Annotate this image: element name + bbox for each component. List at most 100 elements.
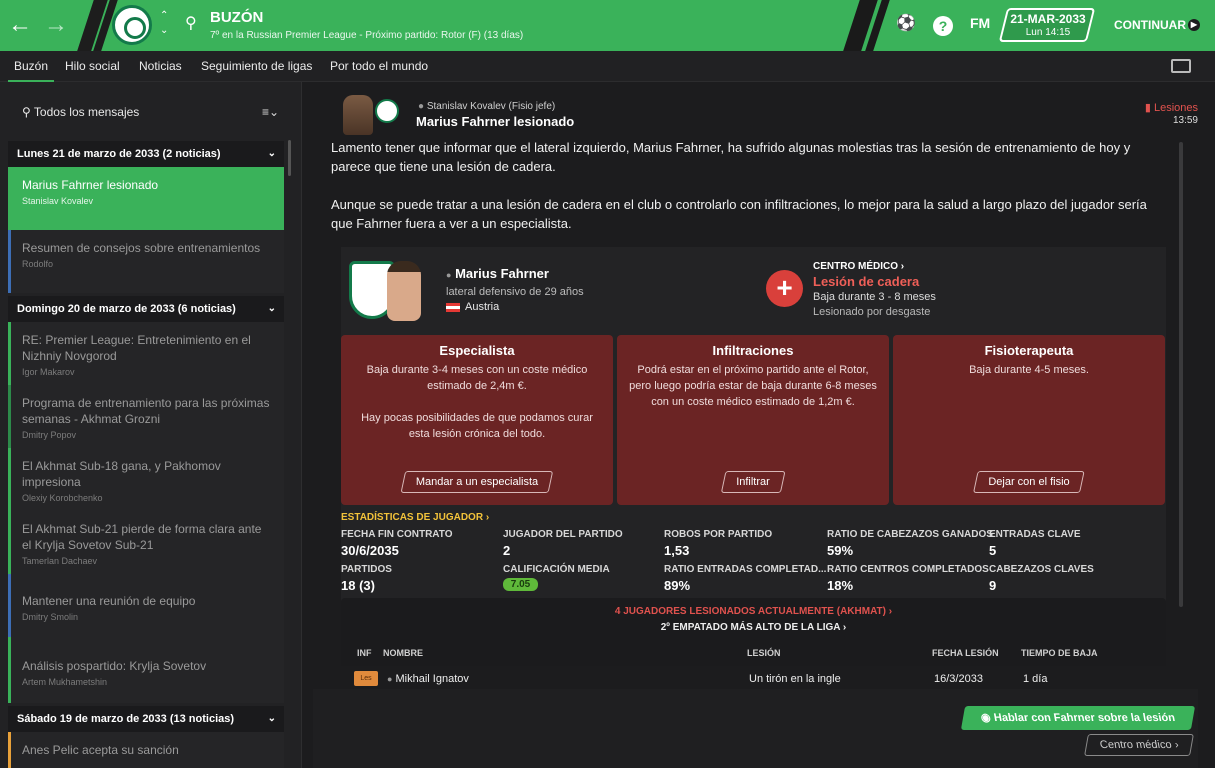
- tab-buzon[interactable]: Buzón: [7, 59, 55, 82]
- person-icon: ●: [446, 270, 452, 280]
- stat-label: ENTRADAS CLAVE: [989, 529, 1081, 540]
- message-item[interactable]: Análisis pospartido: Krylja Sovetov Arte…: [8, 637, 284, 703]
- sender-avatar: [343, 95, 373, 135]
- column-header[interactable]: LESIÓN: [747, 648, 781, 658]
- date-group-header[interactable]: Lunes 21 de marzo de 2033 (2 noticias) ⌄: [8, 141, 284, 167]
- stat-value: 18%: [827, 578, 854, 593]
- date-group-header[interactable]: Domingo 20 de marzo de 2033 (6 noticias)…: [8, 296, 284, 322]
- league-rank-link[interactable]: 2º EMPATADO MÁS ALTO DE LA LIGA ›: [341, 622, 1166, 633]
- medical-cross-icon: +: [766, 270, 803, 307]
- message-paragraph: Lamento tener que informar que el latera…: [331, 140, 1131, 174]
- message-item[interactable]: Mantener una reunión de equipo Dmitry Sm…: [8, 574, 284, 637]
- message-item[interactable]: Marius Fahrner lesionado Stanislav Koval…: [8, 167, 284, 230]
- game-time: Lun 14:15: [1025, 27, 1071, 38]
- stat-label: RATIO CENTROS COMPLETADOS: [827, 564, 989, 575]
- date-group-header[interactable]: Sábado 19 de marzo de 2033 (13 noticias)…: [8, 706, 284, 732]
- injury-tag-label: Lesiones: [1153, 102, 1198, 114]
- continue-button[interactable]: CONTINUAR ▶: [1096, 8, 1206, 42]
- chevron-down-icon: ⌄: [267, 713, 276, 724]
- message-item[interactable]: Programa de entrenamiento para las próxi…: [8, 385, 284, 448]
- fm-menu-button[interactable]: FM: [970, 15, 990, 31]
- tab-noticias[interactable]: Noticias: [139, 59, 182, 73]
- continue-label: CONTINUAR: [1114, 18, 1186, 32]
- message-sender: Stanislav Kovalev: [22, 196, 94, 206]
- message-item[interactable]: El Akhmat Sub-18 gana, y Pakhomov impres…: [8, 448, 284, 511]
- message-title: Programa de entrenamiento para las próxi…: [22, 396, 270, 426]
- option-description: Baja durante 3-4 meses con un coste médi…: [366, 364, 588, 392]
- stat-value: 9: [989, 578, 997, 593]
- injury-time-out: 1 día: [1023, 673, 1048, 685]
- inject-button[interactable]: Infiltrar: [720, 471, 786, 493]
- monitor-icon[interactable]: [1171, 59, 1191, 73]
- tab-seguimiento-ligas[interactable]: Seguimiento de ligas: [201, 59, 312, 73]
- search-icon[interactable]: ⚲: [185, 13, 197, 33]
- column-header[interactable]: INF: [357, 648, 372, 658]
- forward-arrow-icon[interactable]: →: [42, 10, 70, 40]
- player-name[interactable]: ● Marius Fahrner: [446, 266, 549, 281]
- injury-name: Lesión de cadera: [813, 274, 920, 289]
- medical-centre-button[interactable]: Centro médico ›: [1084, 734, 1194, 756]
- average-rating-badge: 7.05: [503, 578, 538, 591]
- message-title: El Akhmat Sub-18 gana, y Pakhomov impres…: [22, 459, 221, 489]
- message-title: RE: Premier League: Entretenimiento en e…: [22, 333, 251, 363]
- medical-centre-link[interactable]: CENTRO MÉDICO ›: [813, 261, 904, 272]
- injury-card: ● Marius Fahrner lateral defensivo de 29…: [341, 247, 1166, 666]
- back-arrow-icon[interactable]: ←: [6, 10, 34, 40]
- option-title: Infiltraciones: [712, 343, 794, 358]
- stat-label: JUGADOR DEL PARTIDO: [503, 529, 623, 540]
- message-item[interactable]: Resumen de consejos sobre entrenamientos…: [8, 230, 284, 293]
- stat-value: 1,53: [664, 543, 690, 558]
- inbox-sidebar: ⚲ Todos los mensajes ≡⌄ Lunes 21 de marz…: [0, 82, 302, 768]
- message-item[interactable]: Anes Pelic acepta su sanción: [8, 732, 284, 768]
- stat-value: 18 (3): [341, 578, 375, 593]
- injured-player-name[interactable]: ● Mikhail Ignatov: [387, 673, 469, 685]
- message-item[interactable]: El Akhmat Sub-21 pierde de forma clara a…: [8, 511, 284, 574]
- page-subtitle[interactable]: 7º en la Russian Premier League - Próxim…: [210, 30, 523, 41]
- game-date: 21-MAR-2033: [1010, 12, 1086, 26]
- injured-players-panel: 4 JUGADORES LESIONADOS ACTUALMENTE (AKHM…: [341, 598, 1166, 666]
- player-stats-link[interactable]: ESTADÍSTICAS DE JUGADOR ›: [341, 512, 489, 523]
- filter-menu-icon[interactable]: ≡⌄: [262, 105, 279, 119]
- message-subject: Marius Fahrner lesionado: [416, 114, 575, 129]
- message-paragraph: Aunque se puede tratar a una lesión de c…: [331, 197, 1147, 231]
- message-sender: Rodolfo: [22, 259, 54, 269]
- column-header[interactable]: TIEMPO DE BAJA: [1021, 648, 1098, 658]
- stat-label: CALIFICACIÓN MEDIA: [503, 564, 610, 575]
- injury-tag[interactable]: ▮ Lesiones: [1145, 101, 1198, 114]
- option-title: Especialista: [439, 343, 515, 358]
- column-header[interactable]: FECHA LESIÓN: [932, 648, 999, 658]
- chevron-down-icon: ⌄: [267, 148, 276, 159]
- talk-about-injury-button[interactable]: ◉ Hablar con Fahrner sobre la lesión: [960, 706, 1196, 730]
- date-group-label: Lunes 21 de marzo de 2033 (2 noticias): [17, 148, 221, 160]
- tab-por-todo-el-mundo[interactable]: Por todo el mundo: [330, 59, 428, 73]
- option-description-extra: Hay pocas posibilidades de que podamos c…: [361, 412, 593, 440]
- tab-hilo-social[interactable]: Hilo social: [65, 59, 120, 73]
- date-group-label: Sábado 19 de marzo de 2033 (13 noticias): [17, 713, 235, 725]
- ball-icon[interactable]: ⚽: [896, 13, 916, 33]
- message-sender: Olexiy Korobchenko: [22, 493, 103, 503]
- message-sender: Tamerlan Dachaev: [22, 556, 98, 566]
- message-sender[interactable]: ● Stanislav Kovalev (Fisio jefe): [418, 101, 555, 112]
- message-scrollbar[interactable]: [1179, 142, 1183, 607]
- sidebar-scrollbar[interactable]: [288, 140, 291, 176]
- chevron-updown-icon[interactable]: ⌃ ⌄: [160, 8, 168, 38]
- person-icon: ●: [418, 101, 425, 112]
- message-time: 13:59: [1172, 115, 1198, 126]
- help-icon[interactable]: ?: [933, 16, 953, 36]
- option-injection: Infiltraciones Podrá estar en el próximo…: [617, 335, 889, 505]
- column-header[interactable]: NOMBRE: [383, 648, 423, 658]
- player-name-label: Marius Fahrner: [455, 266, 549, 281]
- option-description: Baja durante 4-5 meses.: [969, 364, 1089, 376]
- injury-cause: Lesionado por desgaste: [813, 306, 931, 318]
- table-row[interactable]: Les ● Mikhail Ignatov Un tirón en la ing…: [341, 666, 1166, 690]
- message-filter-search[interactable]: ⚲ Todos los mensajes: [22, 105, 139, 119]
- club-badge-icon[interactable]: [112, 5, 152, 45]
- page-title: BUZÓN: [210, 9, 264, 26]
- injury-tag-icon: ▮: [1144, 102, 1151, 114]
- injured-players-link[interactable]: 4 JUGADORES LESIONADOS ACTUALMENTE (AKHM…: [341, 606, 1166, 617]
- send-to-specialist-button[interactable]: Mandar a un especialista: [400, 471, 554, 493]
- stat-label: ROBOS POR PARTIDO: [664, 529, 773, 540]
- message-item[interactable]: RE: Premier League: Entretenimiento en e…: [8, 322, 284, 385]
- continue-arrow-icon: ▶: [1188, 19, 1200, 31]
- leave-with-physio-button[interactable]: Dejar con el fisio: [972, 471, 1086, 493]
